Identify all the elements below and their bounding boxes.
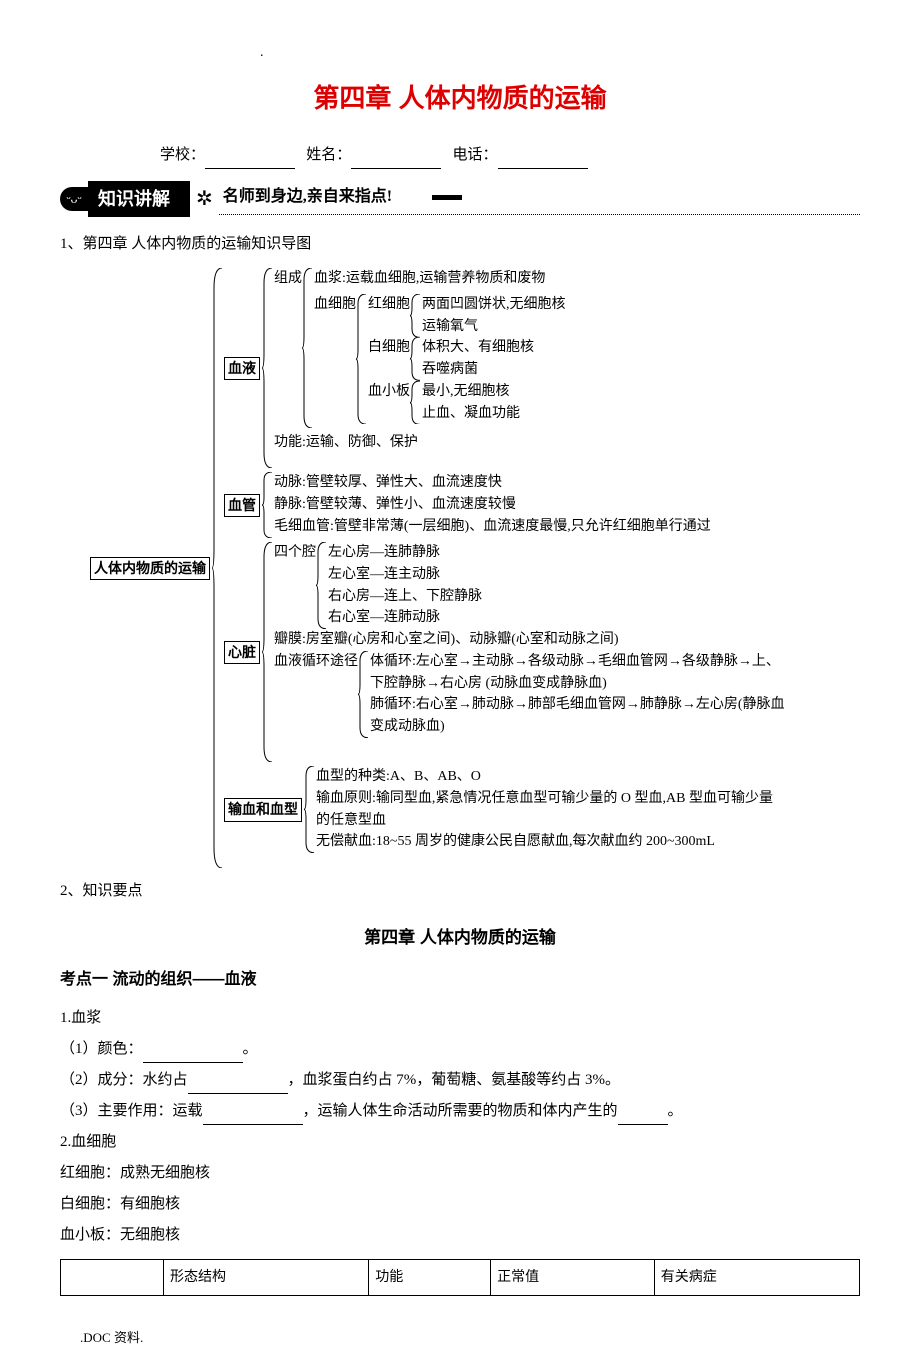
root-box: 人体内物质的运输 [90, 557, 210, 581]
carry-blank[interactable] [203, 1124, 303, 1125]
th-function: 功能 [369, 1259, 491, 1296]
table-row: 形态结构 功能 正常值 有关病症 [61, 1259, 860, 1296]
pulmonary-circ: 肺循环:右心室→肺动脉→肺部毛细血管网→肺静脉→左心房(静脉血变成动脉血) [370, 694, 790, 737]
chamber-3: 右心房—连上、下腔静脉 [328, 586, 482, 608]
composition-label: 组成 [274, 268, 302, 290]
transfusion-box: 输血和血型 [224, 798, 302, 822]
blood-types: 血型的种类:A、B、AB、O [316, 766, 776, 788]
circulation-label: 血液循环途径 [274, 651, 358, 673]
blood-box: 血液 [224, 357, 260, 381]
wbc-desc-1: 体积大、有细胞核 [422, 337, 534, 359]
th-normal: 正常值 [491, 1259, 655, 1296]
blood-function: 功能:运输、防御、保护 [274, 432, 566, 454]
rbc-label: 红细胞 [368, 294, 410, 316]
chapter-subtitle: 第四章 人体内物质的运输 [60, 923, 860, 954]
plt-desc-2: 止血、凝血功能 [422, 403, 520, 425]
systemic-circ: 体循环:左心室→主动脉→各级动脉→毛细血管网→各级静脉→上、下腔静脉→右心房 (… [370, 651, 790, 694]
header-dot: . [260, 40, 860, 65]
knowledge-tree: 人体内物质的运输 血液 组成 血浆:运载血细胞,运输营养物质和废物 血细胞 [90, 268, 860, 868]
footer-text: .DOC 资料. [80, 1326, 860, 1349]
plt-note: 血小板：无细胞核 [60, 1222, 860, 1249]
banner-subtitle: 名师到身边,亲自来指点! [219, 183, 860, 215]
blood-cells-heading: 2.血细胞 [60, 1129, 860, 1156]
phone-blank[interactable] [498, 168, 588, 169]
water-blank[interactable] [188, 1093, 288, 1094]
knowledge-banner: ᵕᴗᵕ 知识讲解 ✲ 名师到身边,亲自来指点! [60, 181, 860, 217]
plasma-color-line: （1）颜色：。 [60, 1036, 860, 1063]
th-morphology: 形态结构 [164, 1259, 369, 1296]
banner-main-label: 知识讲解 [88, 181, 190, 217]
chamber-1: 左心房—连肺静脉 [328, 542, 482, 564]
smile-icon: ᵕᴗᵕ [60, 187, 88, 211]
phone-label: 电话： [453, 147, 498, 163]
th-empty [61, 1259, 164, 1296]
name-label: 姓名： [306, 147, 351, 163]
school-blank[interactable] [205, 168, 295, 169]
chapter-title: 第四章 人体内物质的运输 [60, 75, 860, 122]
capillary-line: 毛细血管:管壁非常薄(一层细胞)、血流速度最慢,只允许红细胞单行通过 [274, 516, 711, 538]
school-label: 学校： [160, 147, 205, 163]
vein-line: 静脉:管壁较薄、弹性小、血流速度较慢 [274, 494, 711, 516]
rbc-note: 红细胞：成熟无细胞核 [60, 1160, 860, 1187]
valve-line: 瓣膜:房室瓣(心房和心室之间)、动脉瓣(心室和动脉之间) [274, 629, 790, 651]
chamber-4: 右心室—连肺动脉 [328, 607, 482, 629]
plasma-line: 血浆:运载血细胞,运输营养物质和废物 [314, 268, 566, 290]
plasma-function-line: （3）主要作用：运载，运输人体生命活动所需要的物质和体内产生的。 [60, 1098, 860, 1125]
chambers-label: 四个腔 [274, 542, 316, 564]
color-blank[interactable] [143, 1062, 243, 1063]
th-disease: 有关病症 [654, 1259, 859, 1296]
rbc-desc-2: 运输氧气 [422, 316, 566, 338]
transfusion-rule: 输血原则:输同型血,紧急情况任意血型可输少量的 O 型血,AB 型血可输少量的任… [316, 788, 776, 831]
cell-table: 形态结构 功能 正常值 有关病症 [60, 1259, 860, 1297]
plasma-composition-line: （2）成分：水约占，血浆蛋白约占 7%，葡萄糖、氨基酸等约占 3%。 [60, 1067, 860, 1094]
section-2-heading: 2、知识要点 [60, 878, 860, 905]
donation-line: 无偿献血:18~55 周岁的健康公民自愿献血,每次献血约 200~300mL [316, 831, 776, 853]
blood-cells-label: 血细胞 [314, 294, 356, 316]
name-blank[interactable] [351, 168, 441, 169]
wbc-note: 白细胞：有细胞核 [60, 1191, 860, 1218]
wbc-desc-2: 吞噬病菌 [422, 359, 534, 381]
wbc-label: 白细胞 [368, 337, 410, 359]
waste-blank[interactable] [618, 1124, 668, 1125]
flower-icon: ✲ [196, 181, 213, 217]
rbc-desc-1: 两面凹圆饼状,无细胞核 [422, 294, 566, 316]
plasma-heading: 1.血浆 [60, 1005, 860, 1032]
artery-line: 动脉:管壁较厚、弹性大、血流速度快 [274, 472, 711, 494]
student-info-row: 学校： 姓名： 电话： [160, 142, 860, 169]
plt-desc-1: 最小,无细胞核 [422, 381, 520, 403]
heart-box: 心脏 [224, 641, 260, 665]
section-1-heading: 1、第四章 人体内物质的运输知识导图 [60, 231, 860, 258]
point-1-title: 考点一 流动的组织——血液 [60, 966, 860, 995]
plt-label: 血小板 [368, 381, 410, 403]
vessel-box: 血管 [224, 494, 260, 518]
chamber-2: 左心室—连主动脉 [328, 564, 482, 586]
